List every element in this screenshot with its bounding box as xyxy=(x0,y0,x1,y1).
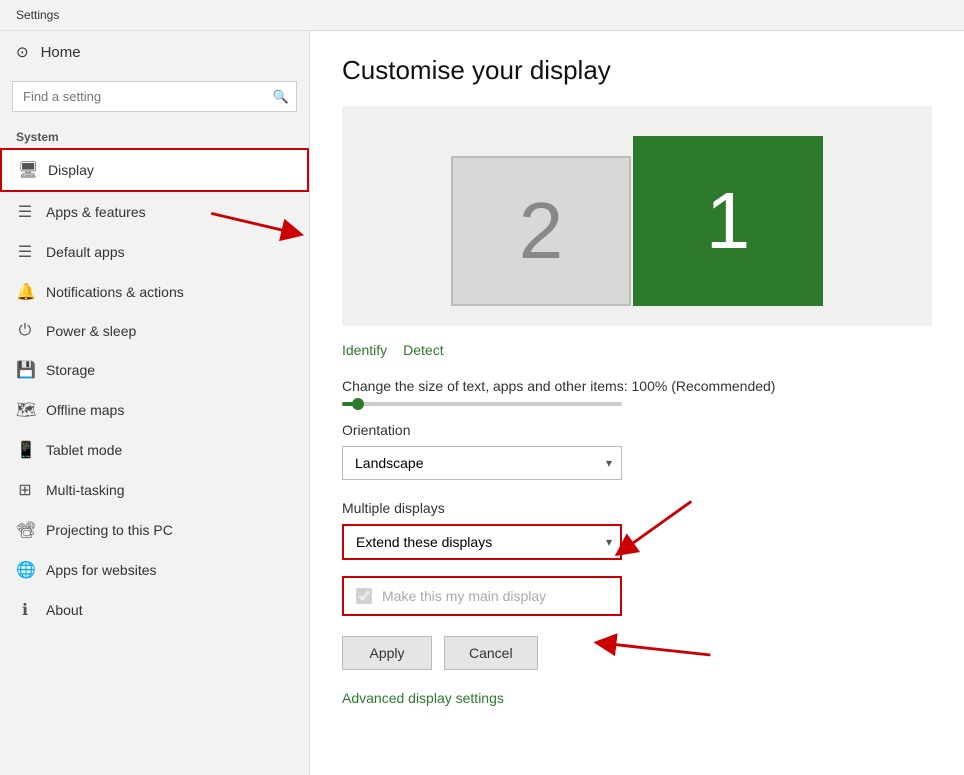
power-icon: ⏻ xyxy=(16,322,34,340)
scale-slider-container xyxy=(342,402,932,406)
scale-label: Change the size of text, apps and other … xyxy=(342,378,932,394)
default-apps-icon: ☰ xyxy=(16,242,34,262)
notifications-icon: 🔔 xyxy=(16,282,34,302)
orientation-select[interactable]: Landscape Portrait Landscape (flipped) P… xyxy=(342,446,622,480)
scale-setting: Change the size of text, apps and other … xyxy=(342,378,932,406)
sidebar-item-projecting[interactable]: 📽 Projecting to this PC xyxy=(0,510,309,550)
scale-slider-track xyxy=(342,402,622,406)
sidebar-item-display[interactable]: 🖥 Display xyxy=(0,148,309,192)
apps-features-icon: ☰ xyxy=(16,202,34,222)
offline-maps-icon: 🗺 xyxy=(16,400,34,420)
monitor-1[interactable]: 1 xyxy=(633,136,823,306)
sidebar-item-about[interactable]: ℹ About xyxy=(0,590,309,630)
advanced-display-link[interactable]: Advanced display settings xyxy=(342,690,504,706)
main-content: Customise your display 2 1 Identify Dete… xyxy=(310,31,964,775)
search-container: 🔍 xyxy=(12,81,297,112)
multiple-displays-label: Multiple displays xyxy=(342,500,932,516)
title-bar: Settings xyxy=(0,0,964,31)
scale-slider-thumb[interactable] xyxy=(352,398,364,410)
main-display-label: Make this my main display xyxy=(382,588,546,604)
apply-button[interactable]: Apply xyxy=(342,636,432,670)
display-actions: Identify Detect xyxy=(342,342,932,358)
action-buttons: Apply Cancel xyxy=(342,636,932,670)
main-display-checkbox[interactable] xyxy=(356,588,372,604)
orientation-setting: Orientation Landscape Portrait Landscape… xyxy=(342,422,932,480)
orientation-dropdown-wrapper: Landscape Portrait Landscape (flipped) P… xyxy=(342,446,622,480)
apps-websites-icon: 🌐 xyxy=(16,560,34,580)
project-icon: 📽 xyxy=(16,520,34,540)
main-display-row: Make this my main display xyxy=(342,576,622,616)
search-icon: 🔍 xyxy=(273,89,289,105)
home-icon: ⊙ xyxy=(16,43,29,61)
detect-link[interactable]: Detect xyxy=(403,342,443,358)
sidebar-item-apps-websites[interactable]: 🌐 Apps for websites xyxy=(0,550,309,590)
sidebar-item-notifications[interactable]: 🔔 Notifications & actions xyxy=(0,272,309,312)
multiple-displays-setting: Multiple displays Duplicate these displa… xyxy=(342,500,932,560)
multiple-displays-dropdown-wrapper: Duplicate these displays Extend these di… xyxy=(342,524,622,560)
sidebar-item-apps-features[interactable]: ☰ Apps & features xyxy=(0,192,309,232)
sidebar-item-tablet-mode[interactable]: 📱 Tablet mode xyxy=(0,430,309,470)
sidebar-item-storage[interactable]: 💾 Storage xyxy=(0,350,309,390)
app-title: Settings xyxy=(16,8,59,22)
about-icon: ℹ xyxy=(16,600,34,620)
cancel-button[interactable]: Cancel xyxy=(444,636,538,670)
section-label: System xyxy=(0,120,309,148)
multitask-icon: ⊞ xyxy=(16,480,34,500)
sidebar-item-offline-maps[interactable]: 🗺 Offline maps xyxy=(0,390,309,430)
tablet-icon: 📱 xyxy=(16,440,34,460)
sidebar-item-default-apps[interactable]: ☰ Default apps xyxy=(0,232,309,272)
page-title: Customise your display xyxy=(342,55,932,86)
storage-icon: 💾 xyxy=(16,360,34,380)
orientation-label: Orientation xyxy=(342,422,932,438)
sidebar: ⊙ Home 🔍 System 🖥 Display ☰ Apps & featu… xyxy=(0,31,310,775)
sidebar-item-multitasking[interactable]: ⊞ Multi-tasking xyxy=(0,470,309,510)
identify-link[interactable]: Identify xyxy=(342,342,387,358)
display-icon: 🖥 xyxy=(18,160,36,180)
search-input[interactable] xyxy=(12,81,297,112)
monitor-2[interactable]: 2 xyxy=(451,156,631,306)
multiple-displays-select[interactable]: Duplicate these displays Extend these di… xyxy=(342,524,622,560)
sidebar-item-home[interactable]: ⊙ Home xyxy=(0,31,309,73)
display-preview: 2 1 xyxy=(342,106,932,326)
sidebar-item-power-sleep[interactable]: ⏻ Power & sleep xyxy=(0,312,309,350)
